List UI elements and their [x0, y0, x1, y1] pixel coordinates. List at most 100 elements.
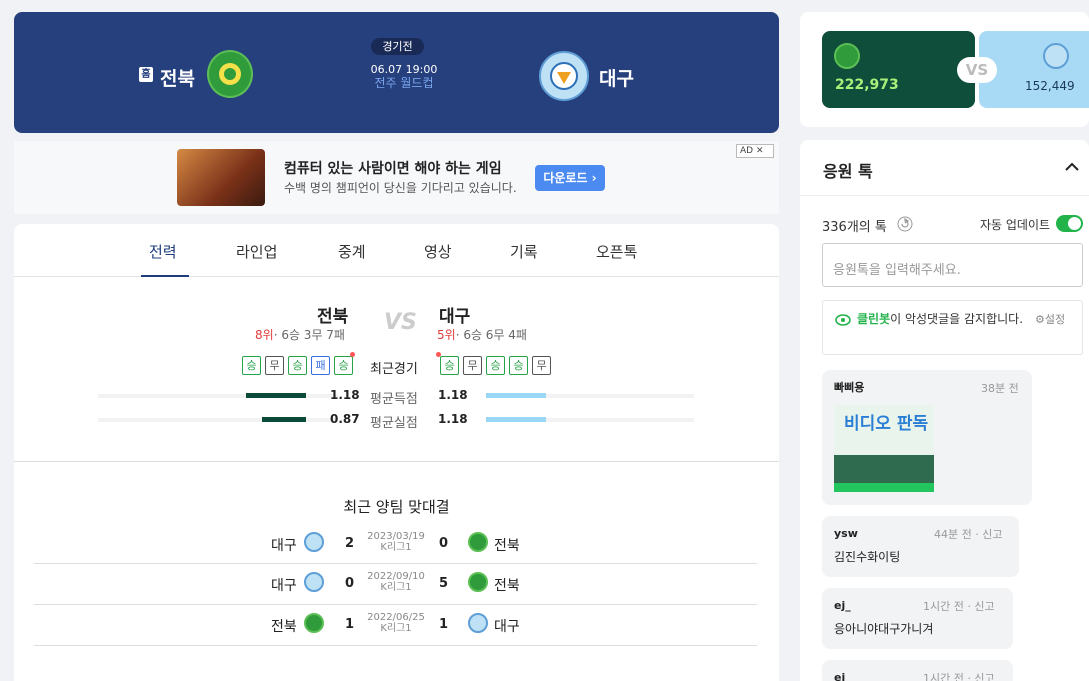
jeonbuk-logo-icon[interactable] — [207, 50, 253, 98]
chat-title: 응원 톡 — [823, 162, 873, 181]
chat-time: 1시간 전 · 신고 — [923, 672, 995, 681]
h2h-date-text: 2022/09/10 — [367, 571, 425, 582]
chat-divider — [800, 195, 1089, 196]
tab-lineup[interactable]: 라인업 — [236, 241, 277, 262]
jeonbuk-logo-icon — [834, 43, 860, 69]
match-header: 홈 전북 경기전 06.07 19:00 전주 월드컵 대구 — [14, 12, 779, 133]
chat-time: 38분 전 — [981, 382, 1019, 395]
ad-tag[interactable]: AD ✕ — [736, 144, 774, 158]
h2h-right-team: 전북 — [494, 538, 520, 554]
h2h-right-team: 대구 — [494, 619, 520, 635]
home-form-3: 승 — [288, 356, 307, 375]
main-panel: 전력 라인업 중계 영상 기록 오픈톡 전북 VS 대구 8위· 6승 3무 7… — [14, 224, 779, 681]
h2h-date: 2023/03/19 K리그1 — [362, 531, 430, 553]
chat-time: 44분 전 · 신고 — [934, 528, 1003, 541]
jeonbuk-logo-icon — [468, 532, 488, 552]
home-rank: 8위 — [255, 328, 274, 342]
auto-update-label: 자동 업데이트 — [980, 218, 1051, 232]
cleanbot-name: 클린봇 — [857, 312, 891, 326]
home-record-text: · 6승 3무 7패 — [273, 328, 345, 342]
sticker-desk — [834, 455, 934, 483]
chat-username[interactable]: ej_ — [834, 599, 851, 612]
tab-opentalk[interactable]: 오픈톡 — [596, 241, 637, 262]
chat-message[interactable]: 빠삐용 38분 전 비디오 판독 — [822, 370, 1032, 505]
avg-conceded-label: 평균실점 — [370, 416, 418, 431]
jeonbuk-logo-icon — [304, 613, 324, 633]
chat-text: 김진수화이팅 — [834, 550, 901, 564]
sticker-text: 비디오 판독 — [844, 414, 929, 434]
daegu-logo-icon[interactable] — [539, 51, 589, 101]
tab-divider — [14, 276, 779, 277]
var-sticker-image: 비디오 판독 — [834, 405, 934, 492]
away-form-1: 승 — [440, 356, 459, 375]
cleanbot-text: 클린봇이 악성댓글을 감지합니다. — [857, 310, 1037, 329]
toggle-knob — [1068, 217, 1081, 230]
tab-broadcast[interactable]: 중계 — [338, 241, 366, 262]
sticker-base — [834, 483, 934, 492]
home-record: 8위· 6승 3무 7패 — [255, 326, 345, 343]
chat-text: 응아니야대구가니겨 — [834, 622, 934, 636]
h2h-left-team: 대구 — [271, 538, 297, 554]
daegu-logo-icon — [304, 532, 324, 552]
chat-message[interactable]: ej_ 1시간 전 · 신고 — [822, 660, 1013, 681]
h2h-right-score: 0 — [439, 536, 449, 551]
away-vote-count: 152,449 — [1025, 79, 1075, 93]
home-team-name[interactable]: 전북 — [160, 64, 195, 91]
chat-username[interactable]: ej_ — [834, 671, 851, 681]
match-status-badge: 경기전 — [371, 38, 424, 55]
ad-label: AD — [740, 146, 754, 156]
close-icon[interactable]: ✕ — [756, 146, 764, 156]
home-avg-conceded: 0.87 — [330, 412, 360, 426]
ad-image[interactable] — [177, 149, 265, 206]
table-row[interactable]: 전북 1 2022/06/25 K리그1 1 대구 — [34, 605, 757, 646]
talk-count: 336개의 톡 — [822, 220, 887, 235]
table-row[interactable]: 대구 0 2022/09/10 K리그1 5 전북 — [34, 564, 757, 605]
h2h-left-score: 0 — [345, 576, 355, 591]
cleanbot-message: 이 악성댓글을 감지합니다. — [890, 312, 1024, 326]
h2h-date: 2022/09/10 K리그1 — [362, 571, 430, 593]
h2h-date-text: 2023/03/19 — [367, 531, 425, 542]
tab-lineup-power[interactable]: 전력 — [149, 241, 177, 262]
cleanbot-icon — [835, 311, 851, 327]
away-rank: 5위 — [437, 328, 456, 342]
away-form-4: 승 — [509, 356, 528, 375]
h2h-right-score: 1 — [439, 617, 449, 632]
cleanbot-settings[interactable]: ⚙설정 — [1035, 311, 1065, 327]
tab-records[interactable]: 기록 — [510, 241, 538, 262]
cleanbot-settings-label: 설정 — [1044, 313, 1066, 326]
chat-message[interactable]: ysw 44분 전 · 신고 김진수화이팅 — [822, 516, 1019, 577]
chat-username[interactable]: 빠삐용 — [834, 379, 864, 395]
daegu-logo-icon — [468, 613, 488, 633]
daegu-logo-icon — [1043, 43, 1069, 69]
support-chat-panel: 응원 톡 336개의 톡 자동 업데이트 응원톡을 입력해주세요. 클린봇이 악… — [800, 140, 1089, 681]
vote-home-button[interactable]: 222,973 — [822, 31, 975, 108]
chat-message[interactable]: ej_ 1시간 전 · 신고 응아니야대구가니겨 — [822, 588, 1013, 649]
avg-goals-label: 평균득점 — [370, 392, 418, 407]
table-row[interactable]: 대구 2 2023/03/19 K리그1 0 전북 — [34, 523, 757, 564]
compare-home-name: 전북 — [317, 307, 349, 327]
chevron-up-icon[interactable] — [1063, 158, 1081, 176]
chat-input[interactable]: 응원톡을 입력해주세요. — [822, 243, 1083, 287]
active-tab-indicator — [141, 275, 189, 277]
ad-title[interactable]: 컴퓨터 있는 사람이면 해야 하는 게임 — [284, 158, 502, 178]
vote-vs-label: VS — [957, 57, 997, 83]
away-form-2: 무 — [463, 356, 482, 375]
support-vote-card: 222,973 152,449 VS — [800, 12, 1089, 127]
away-avg-goals: 1.18 — [438, 388, 468, 402]
away-goals-bar — [486, 393, 546, 398]
gear-icon: ⚙ — [1035, 313, 1045, 326]
section-divider — [14, 461, 779, 462]
ad-subtitle[interactable]: 수백 명의 챔피언이 당신을 기다리고 있습니다. — [284, 179, 517, 196]
home-form-2: 무 — [265, 356, 284, 375]
away-team-name[interactable]: 대구 — [599, 64, 634, 91]
chat-username[interactable]: ysw — [834, 527, 858, 540]
vs-label: VS — [384, 310, 417, 335]
ad-banner[interactable]: 컴퓨터 있는 사람이면 해야 하는 게임 수백 명의 챔피언이 당신을 기다리고… — [14, 141, 779, 214]
ad-download-button[interactable]: 다운로드 › — [535, 165, 605, 191]
h2h-left-team: 전북 — [271, 619, 297, 635]
h2h-left-score: 1 — [345, 617, 355, 632]
venue-link[interactable]: 전주 월드컵 — [354, 74, 454, 91]
away-conceded-bar — [486, 417, 546, 422]
refresh-icon[interactable] — [897, 216, 913, 232]
tab-video[interactable]: 영상 — [424, 241, 452, 262]
